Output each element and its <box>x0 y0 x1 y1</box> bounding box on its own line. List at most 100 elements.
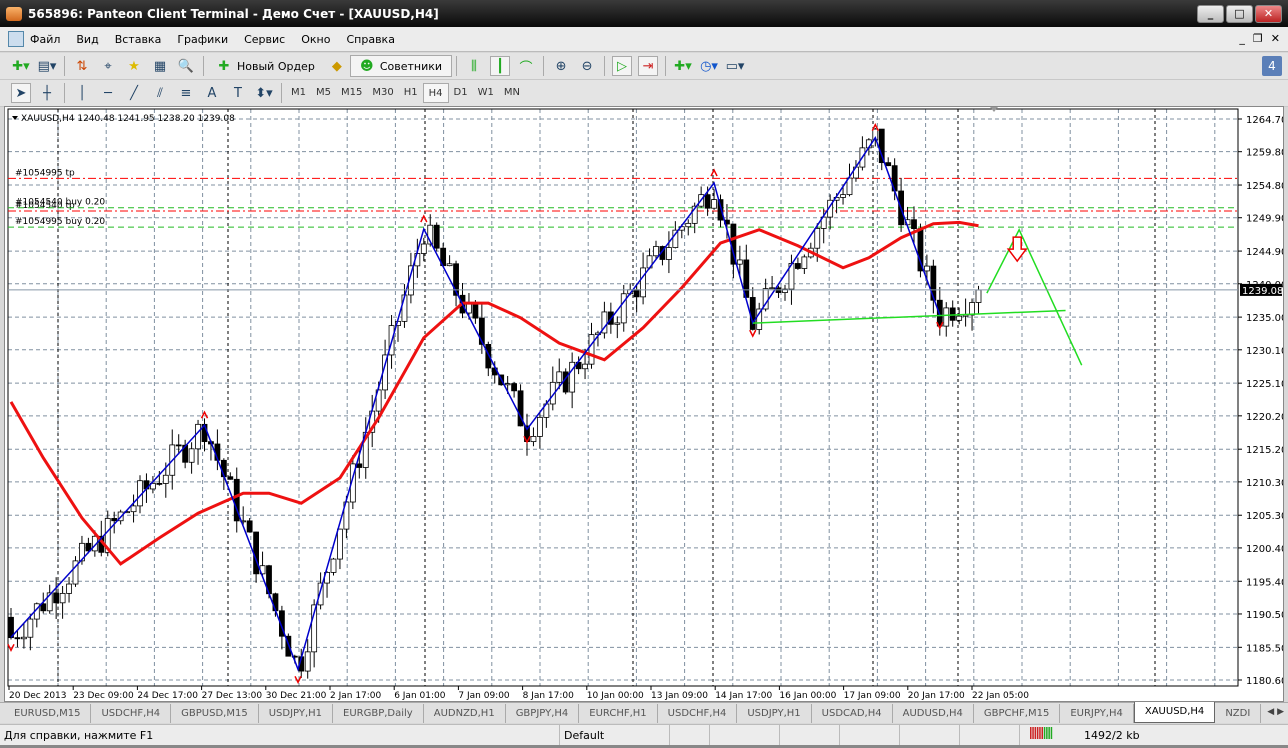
price-tick-label: 1205.30 <box>1246 511 1283 522</box>
periods-icon[interactable]: ◷▾ <box>699 56 719 76</box>
indicators-icon[interactable]: ✚▾ <box>673 56 693 76</box>
zoom-in-icon[interactable]: ⊕ <box>551 56 571 76</box>
trendline-icon[interactable]: ╱ <box>124 83 144 103</box>
chart-tab[interactable]: EURCHF,H1 <box>579 704 658 723</box>
autoscroll-icon[interactable]: ▷ <box>612 56 633 76</box>
chart-tab[interactable]: USDCAD,H4 <box>812 704 893 723</box>
chart-tab[interactable]: GBPCHF,M15 <box>974 704 1061 723</box>
timeframe-m30[interactable]: M30 <box>367 83 398 103</box>
candle-bear <box>253 531 260 575</box>
candle-bear <box>911 219 917 229</box>
timeframe-h4[interactable]: H4 <box>422 83 449 103</box>
maximize-button[interactable]: □ <box>1226 5 1253 23</box>
cursor-icon[interactable]: ➤ <box>11 83 31 103</box>
price-chart[interactable]: 1264.701259.801254.801249.901244.901240.… <box>5 107 1287 701</box>
chart-window[interactable]: 1264.701259.801254.801249.901244.901240.… <box>4 106 1287 702</box>
chart-tab[interactable]: USDJPY,H1 <box>259 704 334 723</box>
order-label: #1054540 buy 0.20 <box>15 198 105 208</box>
menu-charts[interactable]: Графики <box>177 33 228 46</box>
candle-bear <box>949 307 956 321</box>
chart-tab[interactable]: AUDUSD,H4 <box>893 704 974 723</box>
line-studies-toolbar: ➤ ┼ │ ─ ╱ ⫽ ≡ A T ⬍▾ M1 M5 M15 M30 H1 H4… <box>0 80 1288 107</box>
navigator-icon[interactable]: ★ <box>124 56 144 76</box>
menu-tools[interactable]: Сервис <box>244 33 285 46</box>
market-watch-icon[interactable]: ⇅ <box>72 56 92 76</box>
candle-bear <box>511 383 518 392</box>
chart-tab[interactable]: NZDI <box>1215 704 1262 723</box>
equidistant-channel-icon[interactable]: ⫽ <box>150 83 170 103</box>
menu-file[interactable]: Файл <box>30 33 60 46</box>
chart-tab[interactable]: EURJPY,H4 <box>1060 704 1134 723</box>
mdi-minimize-button[interactable]: _ <box>1239 32 1245 45</box>
time-label: 2 Jan 17:00 <box>330 691 382 701</box>
vertical-line-icon[interactable]: │ <box>72 83 92 103</box>
menu-window[interactable]: Окно <box>301 33 330 46</box>
terminal-icon[interactable]: ▦ <box>150 56 170 76</box>
experts-button[interactable]: ☻ Советники <box>349 55 453 77</box>
chart-tab[interactable]: GBPUSD,M15 <box>171 704 259 723</box>
menu-view[interactable]: Вид <box>76 33 98 46</box>
profiles-icon[interactable]: ▤▾ <box>37 56 57 76</box>
fractal-down-icon <box>749 329 757 338</box>
line-chart-icon[interactable]: ⌒ <box>516 56 536 76</box>
data-window-icon[interactable]: ⌖ <box>98 56 118 76</box>
chart-tab[interactable]: AUDNZD,H1 <box>424 704 506 723</box>
mdi-close-button[interactable]: ✕ <box>1271 32 1280 45</box>
chart-tab[interactable]: EURGBP,Daily <box>333 704 424 723</box>
candlestick-icon[interactable]: ┃ <box>490 56 511 76</box>
price-tick-label: 1225.10 <box>1246 379 1283 390</box>
crosshair-icon[interactable]: ┼ <box>37 83 57 103</box>
candle-bull <box>337 528 343 560</box>
chart-tab[interactable]: GBPJPY,H4 <box>506 704 580 723</box>
fractal-up-icon <box>710 168 718 177</box>
timeframe-d1[interactable]: D1 <box>449 83 473 103</box>
price-tick-label: 1180.60 <box>1246 676 1283 687</box>
chart-shift-icon[interactable]: ⇥ <box>638 56 659 76</box>
notifications-button[interactable]: 4 <box>1262 56 1282 76</box>
chart-tab[interactable]: XAUUSD,H4 <box>1133 702 1216 723</box>
templates-icon[interactable]: ▭▾ <box>725 56 745 76</box>
timeframe-mn[interactable]: MN <box>499 83 525 103</box>
close-button[interactable]: ✕ <box>1255 5 1282 23</box>
mdi-restore-button[interactable]: ❐ <box>1253 32 1263 45</box>
chart-window-icon[interactable] <box>8 31 24 47</box>
timeframe-m1[interactable]: M1 <box>286 83 311 103</box>
text-label-icon[interactable]: T <box>228 83 248 103</box>
zoom-out-icon[interactable]: ⊖ <box>577 56 597 76</box>
chart-tabs: EURUSD,M15 USDCHF,H4 GBPUSD,M15 USDJPY,H1 EU… <box>0 702 1288 723</box>
arrows-icon[interactable]: ⬍▾ <box>254 83 274 103</box>
timeframe-w1[interactable]: W1 <box>473 83 499 103</box>
minimize-button[interactable]: _ <box>1197 5 1224 23</box>
text-icon[interactable]: A <box>202 83 222 103</box>
timeframe-h1[interactable]: H1 <box>399 83 423 103</box>
candle-bear <box>930 265 937 301</box>
new-chart-icon[interactable]: ✚▾ <box>11 56 31 76</box>
timeframe-m5[interactable]: M5 <box>311 83 336 103</box>
time-label: 7 Jan 09:00 <box>458 691 510 701</box>
menu-help[interactable]: Справка <box>346 33 394 46</box>
candle-bull <box>943 307 950 327</box>
bar-chart-icon[interactable]: ⫼ <box>464 56 484 76</box>
time-label: 17 Jan 09:00 <box>844 691 901 701</box>
candle-bull <box>504 383 511 386</box>
time-label: 13 Jan 09:00 <box>651 691 708 701</box>
status-profile: Default <box>560 724 670 747</box>
warning-icon[interactable]: ◆ <box>327 56 347 76</box>
chart-tab[interactable]: USDCHF,H4 <box>91 704 172 723</box>
chart-tab[interactable]: USDCHF,H4 <box>658 704 738 723</box>
candle-bull <box>27 618 34 638</box>
price-tick-label: 1215.20 <box>1246 445 1283 456</box>
menu-insert[interactable]: Вставка <box>115 33 162 46</box>
chart-tab[interactable]: USDJPY,H1 <box>737 704 812 723</box>
chart-tab[interactable]: EURUSD,M15 <box>4 704 92 723</box>
tab-scroll-arrows[interactable]: ◀ ▶ <box>1267 707 1284 717</box>
timeframe-m15[interactable]: M15 <box>336 83 367 103</box>
candle-bear <box>885 162 892 167</box>
strategy-tester-icon[interactable]: 🔍 <box>176 56 196 76</box>
horizontal-line-icon[interactable]: ─ <box>98 83 118 103</box>
candle-bull <box>685 222 692 228</box>
fibonacci-icon[interactable]: ≡ <box>176 83 196 103</box>
new-order-button[interactable]: ✚ Новый Ордер <box>208 55 324 77</box>
price-tick-label: 1195.40 <box>1246 577 1283 588</box>
candle-bear <box>175 444 182 447</box>
